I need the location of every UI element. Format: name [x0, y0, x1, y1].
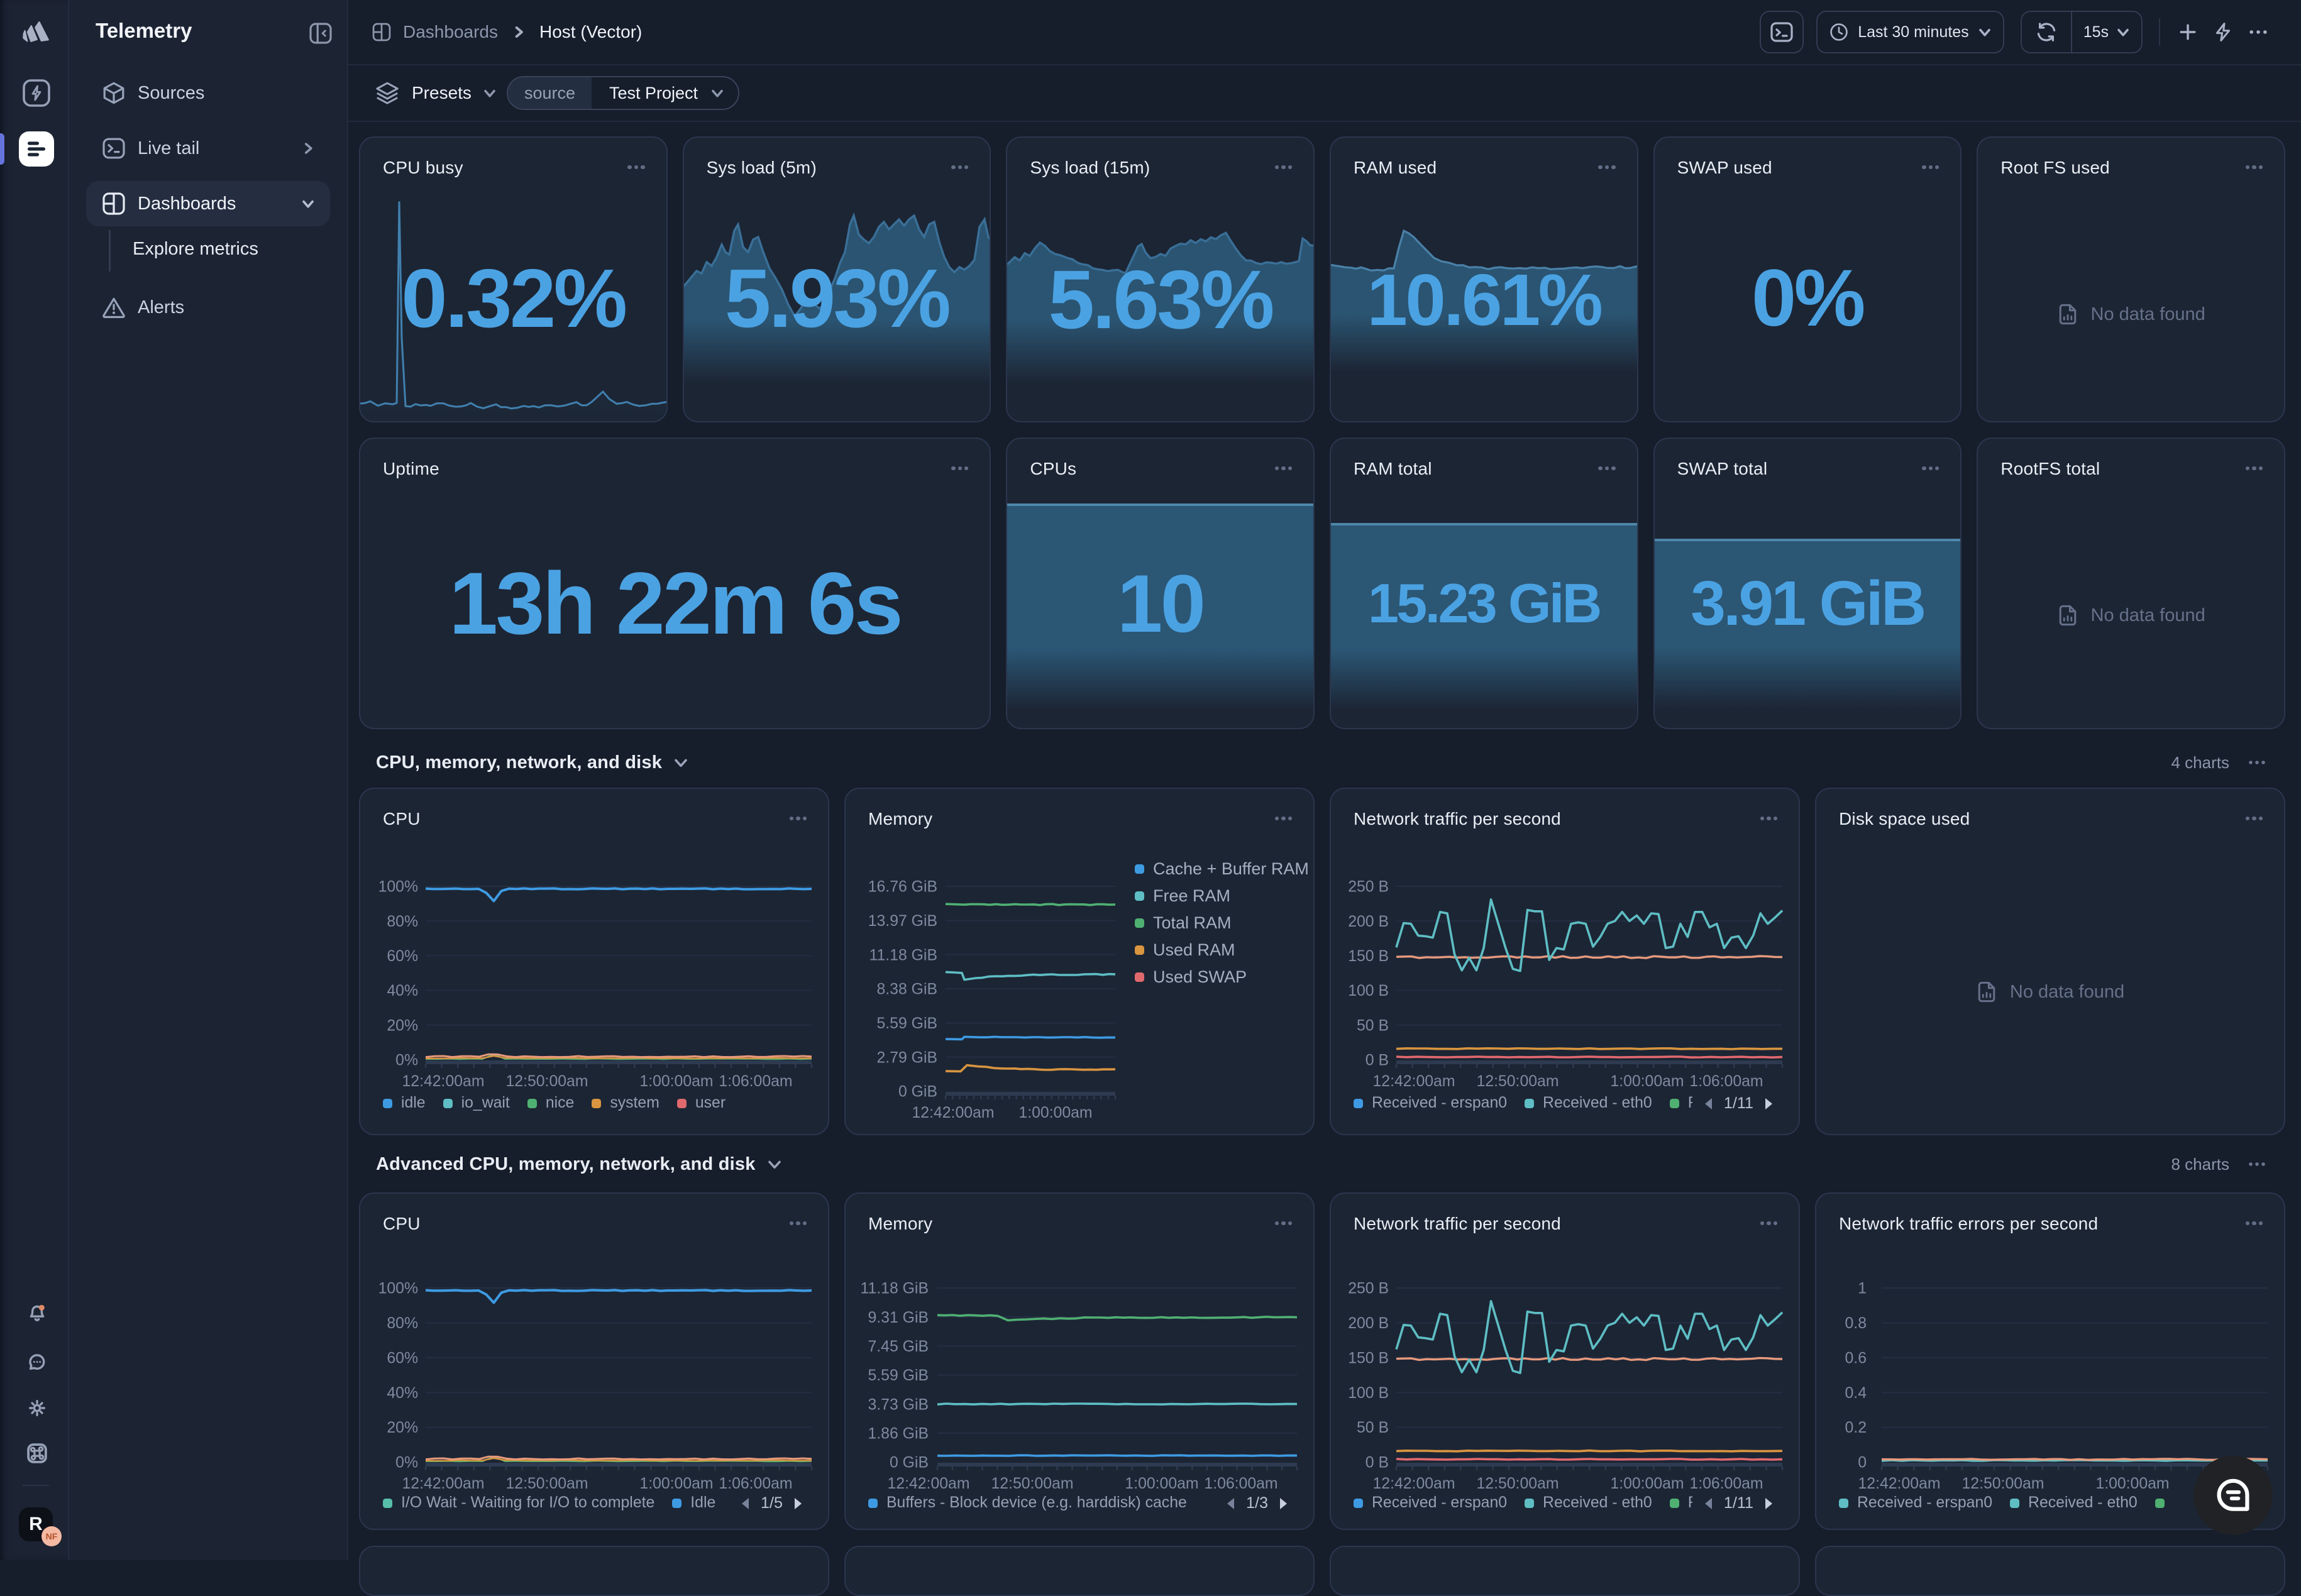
svg-text:150 B: 150 B — [1348, 1350, 1389, 1367]
svg-text:1:06:00am: 1:06:00am — [1689, 1073, 1763, 1090]
svg-text:20%: 20% — [387, 1017, 418, 1034]
svg-text:12:42:00am: 12:42:00am — [912, 1104, 995, 1121]
svg-text:100 B: 100 B — [1348, 1385, 1389, 1402]
svg-text:1:06:00am: 1:06:00am — [719, 1475, 792, 1492]
svg-text:1:00:00am: 1:00:00am — [639, 1475, 713, 1492]
svg-text:20%: 20% — [387, 1419, 418, 1436]
svg-text:60%: 60% — [387, 948, 418, 965]
svg-text:5.59 GiB: 5.59 GiB — [877, 1015, 938, 1032]
svg-text:12:50:00am: 12:50:00am — [1962, 1475, 2044, 1492]
svg-text:9.31 GiB: 9.31 GiB — [868, 1309, 929, 1326]
svg-text:200 B: 200 B — [1348, 913, 1389, 930]
svg-text:100%: 100% — [378, 1280, 418, 1297]
svg-text:13.97 GiB: 13.97 GiB — [868, 913, 937, 930]
svg-text:12:50:00am: 12:50:00am — [506, 1475, 588, 1492]
svg-text:12:50:00am: 12:50:00am — [506, 1073, 588, 1090]
svg-text:0 B: 0 B — [1366, 1455, 1389, 1472]
svg-text:50 B: 50 B — [1357, 1419, 1389, 1436]
svg-text:0 GiB: 0 GiB — [898, 1084, 937, 1101]
svg-text:0.6: 0.6 — [1845, 1350, 1867, 1367]
svg-text:1.86 GiB: 1.86 GiB — [868, 1425, 929, 1442]
svg-text:40%: 40% — [387, 1385, 418, 1402]
svg-text:250 B: 250 B — [1348, 1280, 1389, 1297]
svg-text:250 B: 250 B — [1348, 879, 1389, 896]
svg-text:1:00:00am: 1:00:00am — [1125, 1475, 1198, 1492]
svg-text:0.4: 0.4 — [1845, 1385, 1867, 1402]
svg-text:12:50:00am: 12:50:00am — [991, 1475, 1074, 1492]
svg-text:0.2: 0.2 — [1845, 1419, 1867, 1436]
svg-text:80%: 80% — [387, 1315, 418, 1332]
svg-text:150 B: 150 B — [1348, 948, 1389, 965]
svg-text:11.18 GiB: 11.18 GiB — [861, 1280, 929, 1297]
svg-text:40%: 40% — [387, 982, 418, 999]
svg-text:16.76 GiB: 16.76 GiB — [868, 879, 937, 896]
svg-text:8.38 GiB: 8.38 GiB — [877, 981, 938, 998]
svg-text:12:50:00am: 12:50:00am — [1477, 1073, 1559, 1090]
svg-text:1:00:00am: 1:00:00am — [639, 1073, 713, 1090]
svg-text:1:00:00am: 1:00:00am — [1018, 1104, 1092, 1121]
svg-text:0 GiB: 0 GiB — [890, 1455, 929, 1472]
svg-text:0 B: 0 B — [1366, 1052, 1389, 1069]
svg-text:1:06:00am: 1:06:00am — [719, 1073, 792, 1090]
svg-text:0: 0 — [1858, 1455, 1867, 1472]
svg-text:60%: 60% — [387, 1350, 418, 1367]
svg-text:0.8: 0.8 — [1845, 1315, 1867, 1332]
svg-text:100 B: 100 B — [1348, 982, 1389, 999]
svg-text:50 B: 50 B — [1357, 1017, 1389, 1034]
svg-text:12:50:00am: 12:50:00am — [1477, 1475, 1559, 1492]
svg-text:12:42:00am: 12:42:00am — [402, 1475, 485, 1492]
svg-text:3.73 GiB: 3.73 GiB — [868, 1396, 929, 1413]
svg-text:2.79 GiB: 2.79 GiB — [877, 1049, 938, 1066]
svg-text:0%: 0% — [395, 1052, 418, 1069]
svg-text:11.18 GiB: 11.18 GiB — [869, 947, 937, 964]
svg-text:12:42:00am: 12:42:00am — [1858, 1475, 1941, 1492]
svg-text:1:06:00am: 1:06:00am — [1204, 1475, 1277, 1492]
svg-text:1:00:00am: 1:00:00am — [2095, 1475, 2169, 1492]
svg-text:200 B: 200 B — [1348, 1315, 1389, 1332]
svg-text:5.59 GiB: 5.59 GiB — [868, 1367, 929, 1384]
svg-text:7.45 GiB: 7.45 GiB — [868, 1338, 929, 1355]
svg-text:1:00:00am: 1:00:00am — [1610, 1073, 1684, 1090]
svg-text:1:06:00am: 1:06:00am — [1689, 1475, 1763, 1492]
svg-text:12:42:00am: 12:42:00am — [402, 1073, 485, 1090]
svg-text:12:42:00am: 12:42:00am — [1373, 1475, 1455, 1492]
svg-text:80%: 80% — [387, 913, 418, 930]
svg-text:12:42:00am: 12:42:00am — [1373, 1073, 1455, 1090]
svg-text:100%: 100% — [378, 879, 418, 896]
svg-text:12:42:00am: 12:42:00am — [888, 1475, 970, 1492]
svg-text:1:00:00am: 1:00:00am — [1610, 1475, 1684, 1492]
svg-text:0%: 0% — [395, 1455, 418, 1472]
svg-text:1: 1 — [1858, 1280, 1867, 1297]
